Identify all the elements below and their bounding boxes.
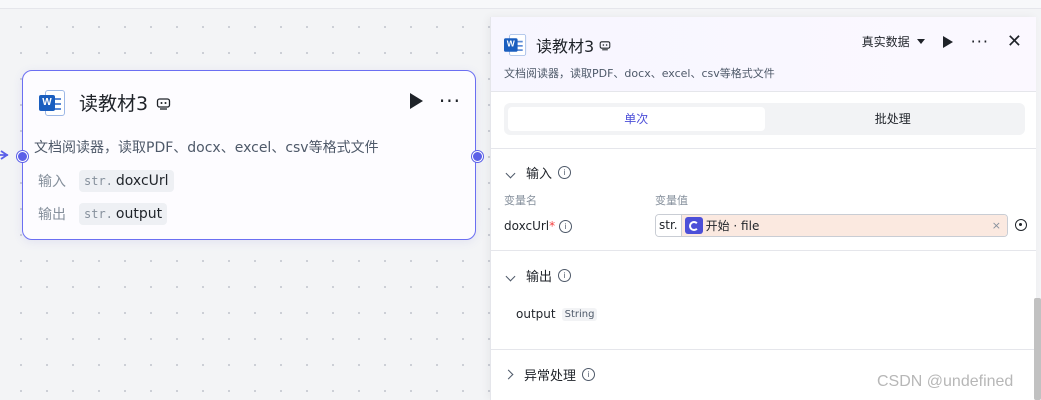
canvas-top-bar: [0, 0, 1041, 9]
data-mode-label: 真实数据: [861, 35, 910, 49]
chevron-down-icon: [505, 168, 516, 178]
error-handling-section-header[interactable]: 异常处理 i: [503, 365, 596, 384]
input-section-header[interactable]: 输入 i: [505, 163, 572, 182]
info-icon[interactable]: i: [582, 368, 596, 381]
caret-down-icon: [916, 39, 925, 44]
input-port[interactable]: [17, 151, 28, 162]
inputs-label: 输入: [38, 174, 66, 190]
chevron-down-icon: [505, 271, 516, 281]
panel-description: 文档阅读器，读取PDF、docx、excel、csv等格式文件: [504, 67, 775, 80]
required-mark: *: [549, 219, 556, 233]
input-name: doxcUrl: [115, 173, 169, 189]
more-options-icon[interactable]: ···: [439, 91, 461, 111]
info-icon[interactable]: i: [558, 166, 572, 179]
run-play-icon[interactable]: [942, 35, 953, 48]
divider: [491, 250, 1036, 251]
data-mode-select[interactable]: 真实数据: [862, 33, 925, 50]
input-variable-chip: str. doxcUrl: [79, 170, 174, 192]
info-icon[interactable]: i: [559, 219, 573, 233]
panel-title: 读教材3: [536, 37, 595, 56]
node-title: 读教材3: [79, 93, 149, 115]
robot-icon: [599, 41, 611, 51]
column-header-name: 变量名: [504, 194, 537, 207]
node-input-row: 输入 str. doxcUrl: [38, 170, 174, 192]
word-document-icon: W: [504, 33, 527, 57]
output-variable-chip: str. output: [79, 203, 168, 225]
run-mode-tabs: 单次 批处理: [504, 103, 1025, 135]
close-icon[interactable]: ✕: [1007, 32, 1022, 50]
node-description: 文档阅读器，读取PDF、docx、excel、csv等格式文件: [34, 140, 379, 156]
value-type-label: str.: [656, 215, 682, 236]
output-type-badge: String: [561, 307, 598, 321]
node-actions: ···: [409, 91, 461, 111]
output-section-header[interactable]: 输出 i: [505, 266, 572, 285]
robot-icon: [156, 97, 171, 110]
tab-single[interactable]: 单次: [508, 107, 765, 131]
output-type: str.: [84, 207, 113, 221]
output-port[interactable]: [472, 151, 483, 162]
variable-reference-tag[interactable]: 开始 · file ×: [681, 215, 1007, 236]
incoming-edge-arrow-icon: [0, 150, 9, 160]
panel-title-row: W 读教材3: [504, 32, 611, 58]
output-section-title: 输出: [526, 270, 553, 285]
node-output-row: 输出 str. output: [38, 203, 168, 225]
column-header-value: 变量值: [655, 194, 688, 207]
panel-scrollbar[interactable]: [1034, 298, 1041, 400]
run-node-play-icon[interactable]: [409, 93, 423, 109]
outputs-label: 输出: [38, 207, 66, 223]
output-name: output: [115, 206, 163, 222]
clear-reference-icon[interactable]: ×: [992, 219, 1001, 232]
info-icon[interactable]: i: [558, 269, 572, 282]
workflow-node-card[interactable]: W 读教材3 ··· 文档阅读器，读取PDF、docx、excel、csv等格式…: [22, 70, 476, 240]
input-section-title: 输入: [526, 167, 553, 182]
watermark: CSDN @undefined: [877, 373, 1014, 390]
input-variable-name: doxcUrl * i: [504, 219, 573, 233]
output-variable-row: output String: [516, 307, 598, 321]
panel-actions: 真实数据 ··· ✕: [862, 32, 1022, 50]
panel-header: W 读教材3 文档阅读器，读取PDF、docx、excel、csv等格式文件 真…: [491, 17, 1036, 92]
node-header: W 读教材3: [39, 89, 171, 116]
variable-name-text: doxcUrl: [504, 219, 550, 233]
divider: [491, 148, 1036, 149]
input-type: str.: [84, 174, 113, 188]
divider: [491, 349, 1036, 350]
variable-picker-target-icon[interactable]: [1015, 219, 1027, 231]
reference-text: 开始 · file: [705, 219, 760, 233]
start-node-icon: [684, 217, 703, 234]
node-config-panel: W 读教材3 文档阅读器，读取PDF、docx、excel、csv等格式文件 真…: [490, 17, 1036, 400]
variable-value-field[interactable]: str. 开始 · file ×: [655, 214, 1008, 237]
tab-batch[interactable]: 批处理: [765, 107, 1022, 131]
word-document-icon: W: [39, 89, 65, 116]
error-section-title: 异常处理: [524, 369, 577, 384]
more-options-icon[interactable]: ···: [971, 33, 989, 49]
output-variable-name: output: [516, 307, 556, 321]
chevron-right-icon: [503, 369, 514, 380]
